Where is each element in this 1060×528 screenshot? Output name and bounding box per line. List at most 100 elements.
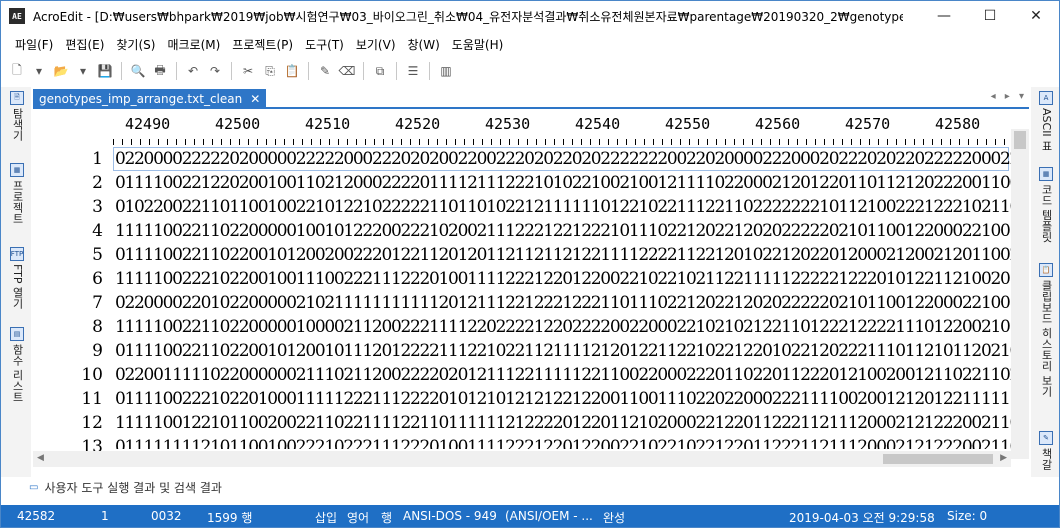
tab-strip: genotypes_imp_arrange.txt_clean ✕ ◂ ▸ ▾ [33,89,1029,109]
print-icon[interactable]: 🖶 [150,61,170,81]
line-text: 0111100221102200101200101112012222111221… [115,341,1011,361]
app-icon: AE [9,8,25,24]
ruler-ticks [113,139,1013,145]
ruler-number: 42550 [665,115,711,133]
toolbar-divider [231,62,232,80]
text-line[interactable]: 0111100221102200101200200222012211201201… [115,243,1011,267]
project-tab[interactable]: ▦ 프로젝트 [7,163,27,224]
open-folder-icon[interactable]: 📂 [51,61,71,81]
status-encoding-detail[interactable]: (ANSI/OEM - ... [505,509,593,523]
clipboard-icon: 📋 [1039,263,1053,277]
menu-view[interactable]: 보기(V) [350,36,402,53]
clear-icon[interactable]: ⌫ [337,61,357,81]
dropdown-icon[interactable]: ▾ [73,61,93,81]
status-encoding[interactable]: ANSI-DOS - 949 [403,509,497,523]
tab-genotypes-file[interactable]: genotypes_imp_arrange.txt_clean ✕ [33,89,267,109]
ascii-table-tab[interactable]: A ASCII 표 [1036,91,1056,151]
menu-edit[interactable]: 편집(E) [59,36,110,53]
scroll-right-icon[interactable]: ▶ [1000,453,1007,463]
paste-icon[interactable]: 📋 [282,61,302,81]
text-line[interactable]: 0220011111022000000211102112002222020121… [115,363,1011,387]
status-language[interactable]: 영어 [347,509,369,526]
function-list-label: 함수 리스트 [11,344,24,403]
project-icon: ▦ [10,163,24,177]
vertical-scrollbar[interactable] [1011,129,1029,459]
menu-tools[interactable]: 도구(T) [299,36,350,53]
status-state: 완성 [603,511,626,525]
clipboard-history-tab[interactable]: 📋 클립보드 히스토리 보기 [1036,263,1056,397]
ruler-number: 42580 [935,115,981,133]
explorer-tab[interactable]: 🗎 탐색기 [7,91,27,141]
status-insert-mode[interactable]: 삽입 [315,509,337,526]
line-text: 1111100122101100200221102211112211011111… [115,413,1011,433]
close-icon[interactable]: ✕ [250,92,260,106]
close-button[interactable]: ✕ [1013,1,1059,31]
text-line[interactable]: 0220000222220200000222220002220202002200… [115,147,1011,171]
vertical-scroll-thumb[interactable] [1014,131,1026,149]
tab-label: genotypes_imp_arrange.txt_clean [39,92,243,106]
ftp-label: FTP 열기 [11,264,24,309]
highlight-icon[interactable]: ✎ [315,61,335,81]
line-number: 8 [92,317,103,337]
line-text: 0220000222220200000222220002220202002200… [115,149,1011,169]
undo-icon[interactable]: ↶ [183,61,203,81]
line-number: 3 [92,197,103,217]
ascii-icon: A [1039,91,1053,105]
function-list-tab[interactable]: ▤ 함수 리스트 [7,327,27,403]
tab-nav-arrows[interactable]: ◂ ▸ ▾ [991,91,1027,102]
ruler-number: 42530 [485,115,531,133]
maximize-button[interactable]: ☐ [967,1,1013,31]
cut-icon[interactable]: ✂ [238,61,258,81]
menu-window[interactable]: 창(W) [402,36,446,53]
bookmark-icon[interactable]: ⧉ [370,61,390,81]
scroll-left-icon[interactable]: ◀ [37,453,44,463]
menu-macro[interactable]: 매크로(M) [161,36,226,53]
left-panel: 🗎 탐색기 ▦ 프로젝트 FTP FTP 열기 ▤ 함수 리스트 [1,87,31,477]
line-text: 0111100222102201000111112221112222010121… [115,389,1011,409]
copy-icon[interactable]: ⎘ [260,61,280,81]
list-icon[interactable]: ☰ [403,61,423,81]
line-number: 10 [81,365,103,385]
output-panel-tab[interactable]: ▭ 사용자 도구 실행 결과 및 검색 결과 [29,477,222,497]
text-line[interactable]: 0102200221101100100221012210222221101101… [115,195,1011,219]
save-icon[interactable]: 💾 [95,61,115,81]
line-text: 0220000220102200000210211111111111201211… [115,293,1011,313]
toolbar-divider [429,62,430,80]
line-number: 5 [92,245,103,265]
text-line[interactable]: 1111100221102200000100002112002221111220… [115,315,1011,339]
text-line[interactable]: 0111111112101100100222102221112220100111… [115,435,1011,449]
bookmark-tab[interactable]: ✎ 책갈 [1036,431,1056,470]
menu-file[interactable]: 파일(F) [9,36,59,53]
line-number: 2 [92,173,103,193]
column-icon[interactable]: ▥ [436,61,456,81]
line-number-gutter: 1 2 3 4 5 6 7 8 9 10 11 12 13 [33,147,113,457]
text-area[interactable]: 0220000222220200000222220002220202002200… [113,147,1011,449]
toolbar-divider [176,62,177,80]
text-line[interactable]: 1111100122101100200221102211112211011111… [115,411,1011,435]
menu-project[interactable]: 프로젝트(P) [226,36,299,53]
text-line[interactable]: 0111100222102201000111112221112222010121… [115,387,1011,411]
dropdown-icon[interactable]: ▾ [29,61,49,81]
text-line[interactable]: 1111100222102200100111002221112220100111… [115,267,1011,291]
menu-find[interactable]: 찾기(S) [110,36,161,53]
line-number: 6 [92,269,103,289]
print-preview-icon[interactable]: 🔍 [128,61,148,81]
status-char-code: 0032 [151,509,182,523]
horizontal-scrollbar[interactable]: ◀ ▶ [33,451,1011,467]
horizontal-scroll-thumb[interactable] [883,454,993,464]
code-template-tab[interactable]: ▦ 코드 템플릿 [1036,167,1056,243]
status-line: 1 [101,509,109,523]
text-line[interactable]: 1111100221102200000100101222002221020021… [115,219,1011,243]
menu-help[interactable]: 도움말(H) [446,36,510,53]
ftp-tab[interactable]: FTP FTP 열기 [7,247,27,309]
ruler-number: 42560 [755,115,801,133]
new-file-icon[interactable]: 🗋 [7,61,27,81]
text-line[interactable]: 0220000220102200000210211111111111201211… [115,291,1011,315]
app-window: AE AcroEdit - [D:₩users₩bhpark₩2019₩job₩… [0,0,1060,528]
status-size: Size: 0 [947,509,988,523]
redo-icon[interactable]: ↷ [205,61,225,81]
minimize-button[interactable]: — [921,1,967,31]
toolbar: 🗋 ▾ 📂 ▾ 💾 🔍 🖶 ↶ ↷ ✂ ⎘ 📋 ✎ ⌫ ⧉ ☰ ▥ [1,57,1059,85]
text-line[interactable]: 0111100221102200101200101112012222111221… [115,339,1011,363]
text-line[interactable]: 0111100221220200100110212000222201111211… [115,171,1011,195]
